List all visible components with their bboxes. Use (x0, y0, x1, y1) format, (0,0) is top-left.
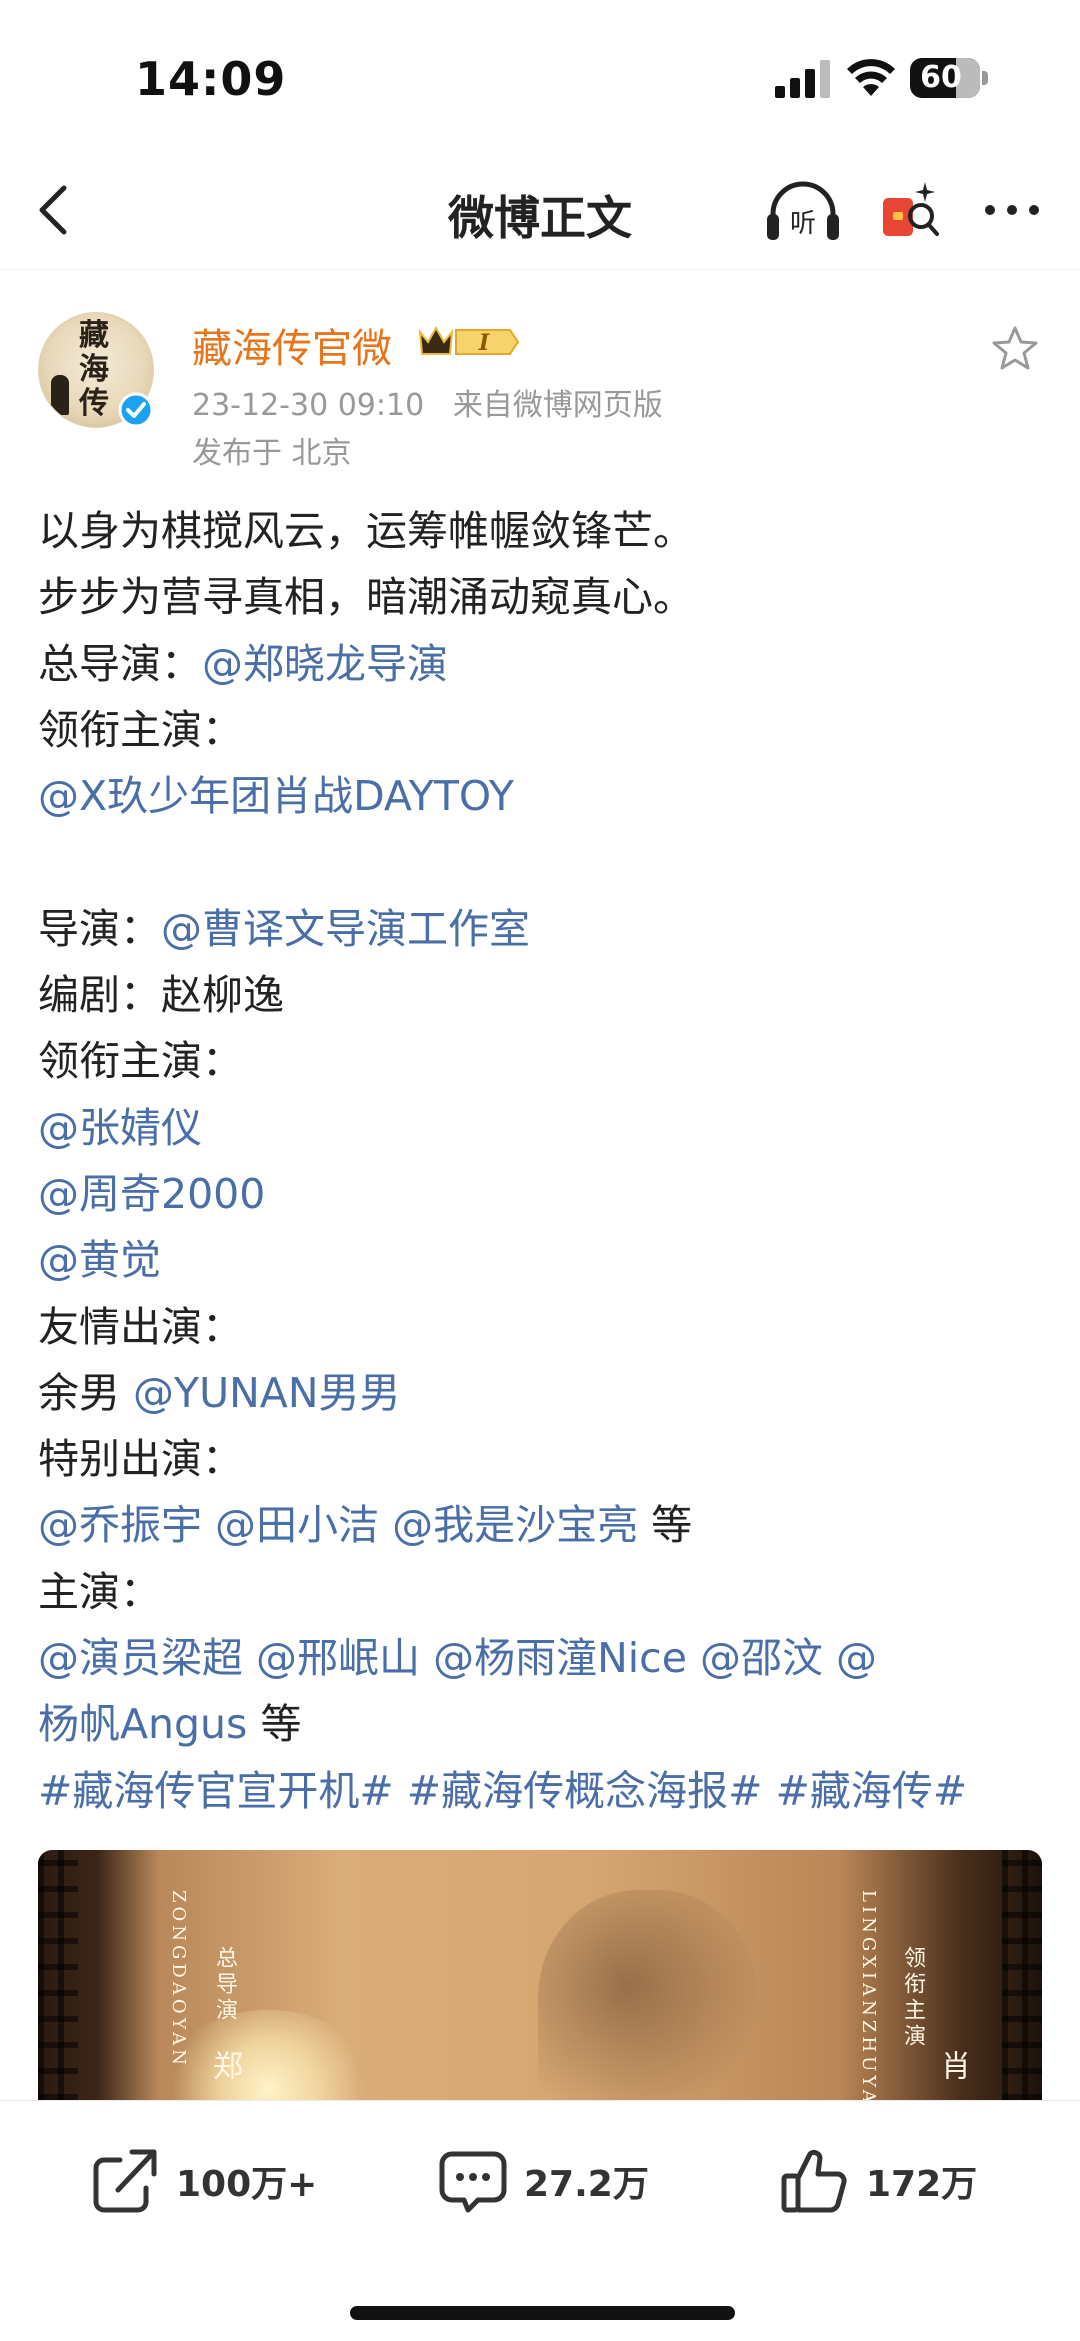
repost-count: 100万+ (176, 2164, 318, 2205)
mention-link[interactable]: 杨帆Angus (38, 1700, 247, 1748)
comment-count: 27.2万 (524, 2164, 649, 2205)
favorite-star-icon[interactable] (990, 324, 1040, 374)
post-text-line: 杨帆Angus 等 (38, 1691, 1048, 1757)
author-name[interactable]: 藏海传官微 (192, 316, 392, 374)
poster-director-name: 郑 (207, 2050, 242, 2084)
mention-link[interactable]: @X玖少年团肖战DAYTOY (38, 772, 514, 820)
comment-icon (439, 2151, 507, 2213)
post-text-line: 友情出演： (38, 1294, 1048, 1360)
cellular-signal-icon (775, 60, 830, 98)
poster-director-label: 总导演 (212, 1946, 237, 2024)
home-indicator[interactable] (350, 2306, 735, 2320)
post-text (394, 1767, 407, 1815)
mention-link[interactable]: @ (836, 1634, 877, 1682)
post-text-line: @周奇2000 (38, 1161, 1048, 1227)
like-button[interactable]: 172万 (780, 2141, 977, 2221)
post-text-line: @演员梁超 @邢岷山 @杨雨潼Nice @邵汶 @ (38, 1625, 1048, 1691)
mention-link[interactable]: @演员梁超 (38, 1634, 243, 1682)
post-text-line: 领衔主演： (38, 697, 1048, 763)
red-packet-icon[interactable] (875, 176, 941, 246)
battery-level: 60 (920, 60, 962, 95)
mention-link[interactable]: @周奇2000 (38, 1170, 265, 1218)
topic-link[interactable]: #藏海传官宣开机# (38, 1767, 394, 1815)
post-text-line: 主演： (38, 1559, 1048, 1625)
nav-bar: 微博正文 听 (0, 150, 1080, 270)
post-timestamp: 23-12-30 09:10 (192, 388, 425, 423)
post-text (823, 1634, 836, 1682)
mention-link[interactable]: @杨雨潼Nice (433, 1634, 687, 1682)
topic-link[interactable]: #藏海传# (776, 1767, 968, 1815)
post-text-line: @黄觉 (38, 1227, 1048, 1293)
wifi-icon (847, 59, 895, 96)
repost-icon (93, 2149, 157, 2213)
member-crown-badge-icon[interactable]: I (416, 322, 520, 362)
mention-link[interactable]: @邢岷山 (256, 1634, 420, 1682)
post-text-line: #藏海传官宣开机# #藏海传概念海报# #藏海传# (38, 1758, 1048, 1824)
post-text: 余男 (38, 1368, 134, 1417)
post-text-line: 以身为棋搅风云，运筹帷幄敛锋芒。 (38, 498, 1048, 564)
post-meta: 23-12-30 09:10 来自微博网页版 (192, 380, 663, 424)
repost-button[interactable]: 100万+ (90, 2141, 317, 2221)
post-text-line: 余男 @YUNAN男男 (38, 1360, 1048, 1426)
post-text: 总导演： (38, 639, 202, 688)
status-time: 14:09 (135, 52, 287, 106)
listen-headphones-icon[interactable]: 听 (765, 180, 841, 244)
more-options-icon[interactable] (980, 190, 1044, 230)
poster-lead-label: 领衔主演 (900, 1946, 925, 2050)
post-image[interactable]: ZONGDAOYAN 总导演 郑 LINGXIANZHUYAN 领衔主演 肖 (38, 1850, 1042, 2100)
post-text-line: @张婧仪 (38, 1095, 1048, 1161)
post-text (420, 1634, 433, 1682)
post-text: 步步为营寻真相，暗潮涌动窥真心。 (38, 573, 694, 622)
post-text (202, 1501, 215, 1549)
thumbs-up-icon (781, 2149, 847, 2213)
post-text: 以身为棋搅风云，运筹帷幄敛锋芒。 (38, 507, 694, 555)
poster-lead-pinyin: LINGXIANZHUYAN (858, 1890, 879, 2100)
post-source: 来自微博网页版 (452, 388, 663, 423)
post-body: 以身为棋搅风云，运筹帷幄敛锋芒。 步步为营寻真相，暗潮涌动窥真心。 总导演：@郑晓龙… (38, 498, 1048, 1824)
post-text: 等 (247, 1700, 302, 1749)
post-text: 友情出演： (38, 1302, 243, 1351)
topic-link[interactable]: #藏海传概念海报# (407, 1767, 763, 1815)
post-text (762, 1767, 775, 1815)
post-text: 编剧：赵柳逸 (38, 971, 284, 1020)
mention-link[interactable]: @曹译文导演工作室 (161, 905, 530, 953)
comment-button[interactable]: 27.2万 (438, 2141, 649, 2221)
mention-link[interactable]: @乔振宇 (38, 1501, 202, 1549)
post-text-line: 特别出演： (38, 1426, 1048, 1492)
svg-text:听: 听 (790, 209, 816, 239)
post-text-line: 领衔主演： (38, 1028, 1048, 1094)
mention-link[interactable]: @田小洁 (215, 1501, 379, 1549)
post-text (687, 1634, 700, 1682)
like-count: 172万 (866, 2164, 978, 2205)
post-location: 发布于 北京 (192, 436, 352, 471)
battery-icon: 60 (910, 58, 988, 98)
mention-link[interactable]: @郑晓龙导演 (202, 640, 448, 688)
post-text-line: 编剧：赵柳逸 (38, 962, 1048, 1028)
mention-link[interactable]: @黄觉 (38, 1236, 161, 1284)
poster-director-pinyin: ZONGDAOYAN (168, 1890, 189, 2069)
action-bar: 100万+ 27.2万 172万 (0, 2100, 1080, 2341)
post-text-line: 步步为营寻真相，暗潮涌动窥真心。 (38, 564, 1048, 630)
post-text: 特别出演： (38, 1435, 243, 1484)
verified-badge-icon (118, 392, 154, 428)
post-text (379, 1501, 392, 1549)
post-text: 导演： (38, 904, 161, 953)
mention-link[interactable]: @张婧仪 (38, 1104, 202, 1152)
mention-link[interactable]: @邵汶 (700, 1634, 823, 1682)
poster-lead-name: 肖 (935, 2050, 970, 2084)
post-text: 领衔主演： (38, 705, 243, 754)
post-text-line: @乔振宇 @田小洁 @我是沙宝亮 等 (38, 1492, 1048, 1558)
post-text: 领衔主演： (38, 1037, 243, 1086)
post-text: 主演： (38, 1567, 161, 1616)
post-text: 等 (638, 1501, 693, 1550)
post-text-line: 总导演：@郑晓龙导演 (38, 631, 1048, 697)
svg-text:I: I (478, 330, 490, 356)
post-text-line (38, 829, 1048, 895)
mention-link[interactable]: @YUNAN男男 (133, 1369, 400, 1417)
mention-link[interactable]: @我是沙宝亮 (392, 1501, 638, 1549)
post-text-line: 导演：@曹译文导演工作室 (38, 896, 1048, 962)
post-text (243, 1634, 256, 1682)
status-bar: 14:09 60 (0, 0, 1080, 150)
post-text-line: @X玖少年团肖战DAYTOY (38, 763, 1048, 829)
